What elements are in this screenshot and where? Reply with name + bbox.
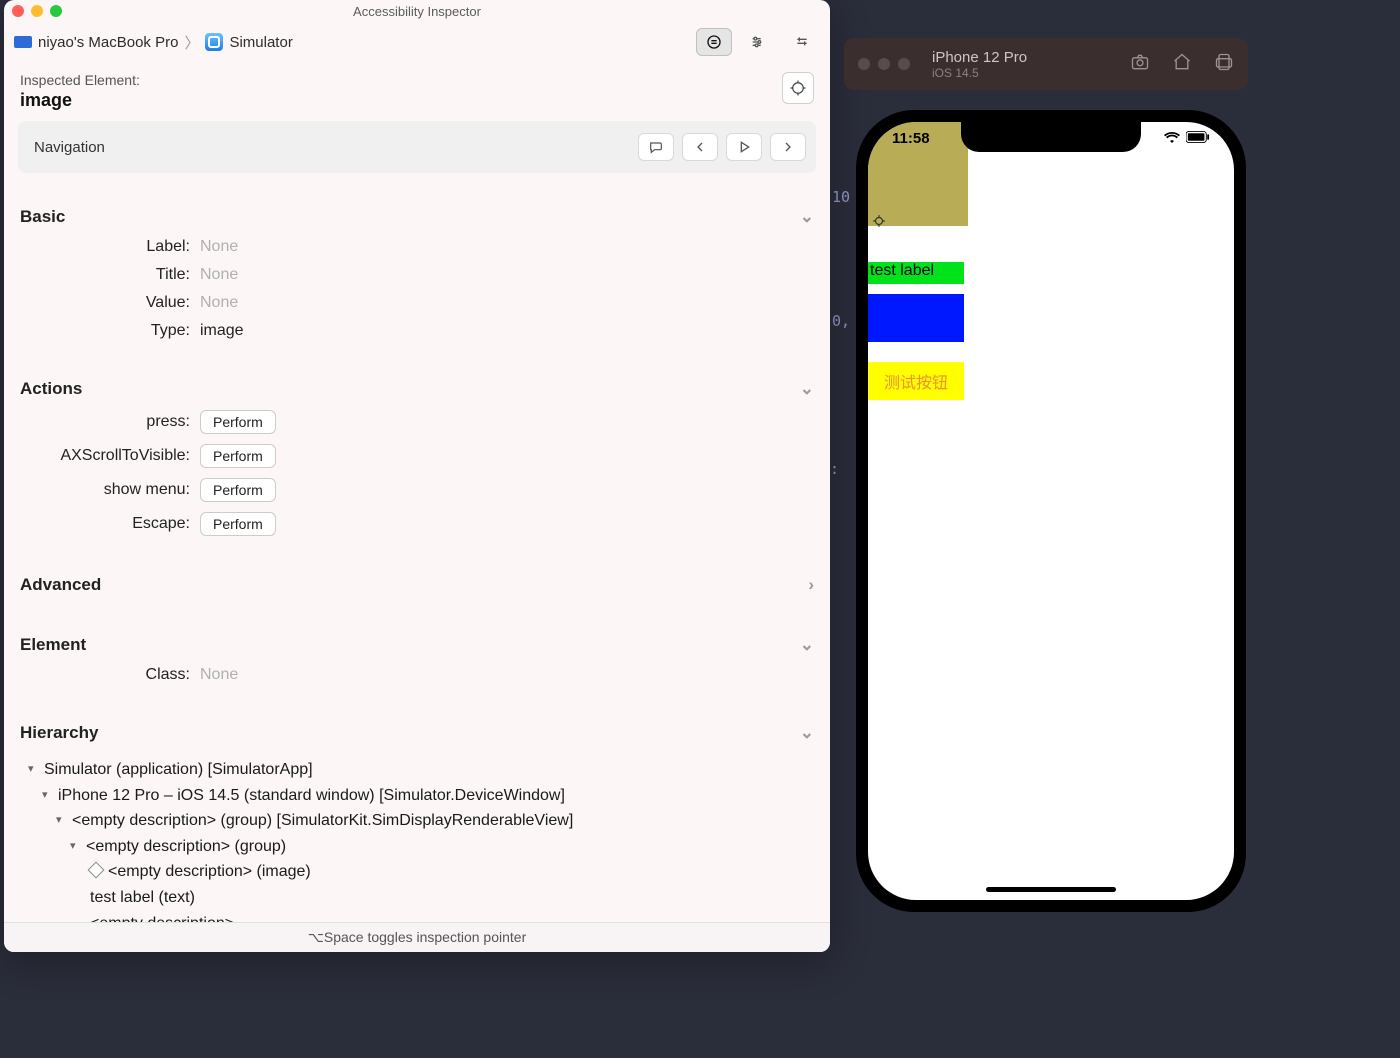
hierarchy-row-selected[interactable]: <empty description> (image) xyxy=(20,859,814,885)
action-menu-key: show menu: xyxy=(20,481,190,499)
action-scroll-key: AXScrollToVisible: xyxy=(20,447,190,465)
chevron-down-icon: ⌄ xyxy=(800,379,814,399)
settings-mode-button[interactable] xyxy=(784,28,820,56)
hierarchy-row[interactable]: <empty description> xyxy=(20,911,814,922)
navigation-label: Navigation xyxy=(34,139,105,156)
simulator-os-version: iOS 14.5 xyxy=(932,66,1027,80)
wifi-icon xyxy=(1164,130,1180,147)
device-icon xyxy=(14,36,32,48)
basic-type-value: image xyxy=(200,322,244,340)
test-label-view: test label xyxy=(868,262,964,284)
chevron-right-icon: › xyxy=(808,575,814,595)
toolbar: niyao's MacBook Pro 〉 Simulator xyxy=(4,22,830,66)
bg-code-text-3: : xyxy=(830,460,839,478)
simulator-window-controls xyxy=(858,58,910,70)
auto-navigate-button[interactable] xyxy=(726,133,762,161)
next-element-button[interactable] xyxy=(770,133,806,161)
window-title: Accessibility Inspector xyxy=(4,4,830,19)
section-element: Element ⌄ Class: None xyxy=(20,629,814,689)
section-basic: Basic ⌄ Label: None Title: None Value: None… xyxy=(20,201,814,345)
inspected-element-header: Inspected Element: image xyxy=(4,66,830,111)
section-advanced-header[interactable]: Advanced › xyxy=(20,569,814,601)
previous-element-button[interactable] xyxy=(682,133,718,161)
hierarchy-row[interactable]: test label (text) xyxy=(20,885,814,911)
element-class-key: Class: xyxy=(20,666,190,684)
breadcrumb-target: Simulator xyxy=(229,34,292,51)
speak-button[interactable] xyxy=(638,133,674,161)
basic-value-value: None xyxy=(200,294,238,312)
notch xyxy=(961,122,1141,152)
iphone-screen: 11:58 test label 测试按钮 xyxy=(868,122,1234,900)
bg-code-text-1: 10 xyxy=(832,188,850,206)
simulator-device-name: iPhone 12 Pro xyxy=(932,49,1027,66)
section-basic-header[interactable]: Basic ⌄ xyxy=(20,201,814,233)
bg-code-text-2: 0, xyxy=(832,312,850,330)
basic-title-key: Title: xyxy=(20,266,190,284)
battery-icon xyxy=(1186,130,1210,147)
titlebar: Accessibility Inspector xyxy=(4,0,830,22)
section-hierarchy-header[interactable]: Hierarchy ⌄ xyxy=(20,717,814,749)
sim-minimize-button[interactable] xyxy=(878,58,890,70)
basic-type-key: Type: xyxy=(20,322,190,340)
screenshot-icon[interactable] xyxy=(1130,52,1150,77)
sim-close-button[interactable] xyxy=(858,58,870,70)
audit-mode-button[interactable] xyxy=(740,28,776,56)
chevron-down-icon: ⌄ xyxy=(800,207,814,227)
perform-scroll-button[interactable]: Perform xyxy=(200,444,276,468)
section-advanced: Advanced › xyxy=(20,569,814,601)
iphone-frame: 11:58 test label 测试按钮 xyxy=(856,110,1246,912)
status-footer: ⌥Space toggles inspection pointer xyxy=(4,922,830,952)
hierarchy-row[interactable]: ▾<empty description> (group) xyxy=(20,834,814,860)
section-actions-header[interactable]: Actions ⌄ xyxy=(20,373,814,405)
hierarchy-row[interactable]: ▾<empty description> (group) [SimulatorK… xyxy=(20,808,814,834)
details-scroll[interactable]: Basic ⌄ Label: None Title: None Value: None… xyxy=(4,173,830,922)
hierarchy-row[interactable]: ▾iPhone 12 Pro – iOS 14.5 (standard wind… xyxy=(20,783,814,809)
inspection-mode-button[interactable] xyxy=(696,28,732,56)
breadcrumb[interactable]: niyao's MacBook Pro 〉 Simulator xyxy=(14,32,293,53)
inspected-value: image xyxy=(20,90,782,111)
basic-label-key: Label: xyxy=(20,238,190,256)
section-actions: Actions ⌄ press: Perform AXScrollToVisibl… xyxy=(20,373,814,541)
breadcrumb-device: niyao's MacBook Pro xyxy=(38,34,178,51)
action-press-key: press: xyxy=(20,413,190,431)
chevron-down-icon: ⌄ xyxy=(800,723,814,743)
inspected-label: Inspected Element: xyxy=(20,72,782,88)
perform-press-button[interactable]: Perform xyxy=(200,410,276,434)
navigation-row: Navigation xyxy=(18,121,816,173)
test-button[interactable]: 测试按钮 xyxy=(868,362,964,400)
home-indicator[interactable] xyxy=(986,887,1116,892)
home-icon[interactable] xyxy=(1172,52,1192,77)
basic-value-key: Value: xyxy=(20,294,190,312)
simulator-icon xyxy=(205,33,223,51)
status-time: 11:58 xyxy=(892,130,930,147)
section-hierarchy: Hierarchy ⌄ ▾Simulator (application) [Si… xyxy=(20,717,814,922)
chevron-down-icon: ⌄ xyxy=(800,635,814,655)
inspection-pointer-icon xyxy=(872,214,886,228)
accessibility-inspector-window: Accessibility Inspector niyao's MacBook … xyxy=(4,0,830,952)
section-element-header[interactable]: Element ⌄ xyxy=(20,629,814,661)
perform-escape-button[interactable]: Perform xyxy=(200,512,276,536)
blue-view xyxy=(868,294,964,342)
basic-title-value: None xyxy=(200,266,238,284)
basic-label-value: None xyxy=(200,238,238,256)
hierarchy-row[interactable]: ▾Simulator (application) [SimulatorApp] xyxy=(20,757,814,783)
action-escape-key: Escape: xyxy=(20,515,190,533)
simulator-titlebar: iPhone 12 Pro iOS 14.5 xyxy=(844,38,1248,90)
perform-menu-button[interactable]: Perform xyxy=(200,478,276,502)
rotate-icon[interactable] xyxy=(1214,52,1234,77)
sim-zoom-button[interactable] xyxy=(898,58,910,70)
chevron-right-icon: 〉 xyxy=(184,32,199,53)
element-class-value: None xyxy=(200,666,238,684)
inspection-pointer-button[interactable] xyxy=(782,72,814,104)
